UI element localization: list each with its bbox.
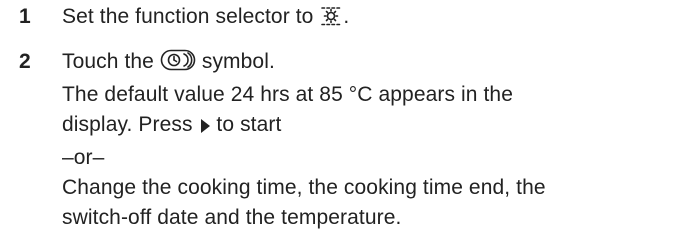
step-number: 1 <box>19 5 31 28</box>
step-text: Set the function selector to . <box>62 2 680 35</box>
step-text-part: display. Press <box>62 113 199 136</box>
step-line: display. Press to start <box>62 110 680 143</box>
step-text-part: symbol. <box>195 50 275 73</box>
play-triangle-icon <box>199 113 211 143</box>
step-text-part: Touch the <box>62 50 160 73</box>
step-line: Set the function selector to . <box>62 2 680 35</box>
step-text-part: . <box>343 5 350 28</box>
step-line-or: –or– <box>62 146 105 169</box>
clock-timer-icon <box>160 49 196 80</box>
step-text: Touch the symbol. The default value 24 h… <box>62 47 680 233</box>
step-line: Touch the symbol. <box>62 47 680 80</box>
step-number: 2 <box>19 50 31 73</box>
step-line: switch-off date and the temperature. <box>62 206 402 229</box>
top-bottom-heat-icon <box>319 5 343 35</box>
step-text-part: Set the function selector to <box>62 5 320 28</box>
step-line: The default value 24 hrs at 85 °C appear… <box>62 83 513 106</box>
step-line: Change the cooking time, the cooking tim… <box>62 176 546 199</box>
step-text-part: to start <box>210 113 282 136</box>
